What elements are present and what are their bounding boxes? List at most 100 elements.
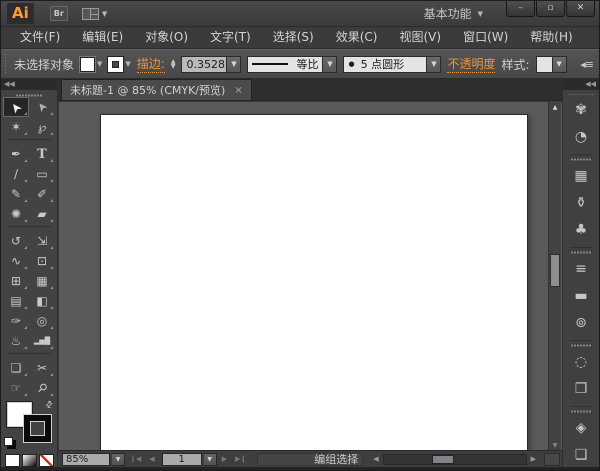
arrange-documents-button[interactable]: ▼ <box>82 8 107 20</box>
width-tool[interactable]: ∿ <box>3 251 29 271</box>
close-button[interactable]: ✕ <box>566 1 595 17</box>
maximize-button[interactable]: ▫ <box>536 1 565 17</box>
slice-tool[interactable]: ✂ <box>29 358 55 378</box>
stroke-weight-stepper[interactable]: ▲ ▼ <box>171 59 176 69</box>
magic-wand-tool[interactable]: ✶ <box>3 117 29 137</box>
menu-item-0[interactable]: 文件(F) <box>9 27 71 48</box>
dock-group-grip-icon[interactable] <box>570 154 592 161</box>
gradient-guide-panel-button[interactable]: ◔ <box>568 125 594 149</box>
direct-selection-tool[interactable]: ➤ <box>29 97 55 117</box>
layers-panel-button[interactable]: ◈ <box>568 416 594 440</box>
none-mode-button[interactable] <box>39 454 54 467</box>
dock-group-grip-icon[interactable] <box>570 247 592 254</box>
swap-fill-stroke-icon[interactable]: ⇄ <box>44 399 56 411</box>
scroll-right-icon[interactable]: ▶ <box>527 455 540 463</box>
menu-item-3[interactable]: 文字(T) <box>199 27 262 48</box>
gradient-panel-button[interactable]: ▬ <box>568 284 594 308</box>
rectangle-tool[interactable]: ▭ <box>29 164 55 184</box>
stroke-swatch[interactable] <box>108 57 123 72</box>
zoom-dropdown[interactable]: ▼ <box>112 453 125 466</box>
minimize-button[interactable]: – <box>506 1 535 17</box>
type-tool[interactable]: T <box>29 144 55 164</box>
lasso-tool[interactable]: ℘ <box>29 117 55 137</box>
stepper-down-icon[interactable]: ▼ <box>171 64 176 69</box>
free-transform-tool[interactable]: ⊡ <box>29 251 55 271</box>
collapse-panel-icon[interactable]: ◀◀ <box>4 80 15 88</box>
panel-grip-icon[interactable] <box>3 54 8 74</box>
chevron-down-icon[interactable]: ▼ <box>125 60 130 68</box>
tab-close-icon[interactable]: × <box>234 85 242 96</box>
symbol-sprayer-tool[interactable]: ♨ <box>3 331 29 351</box>
eraser-tool[interactable]: ▰ <box>29 204 55 224</box>
opacity-panel-link[interactable]: 不透明度 <box>447 55 495 73</box>
dock-group-grip-icon[interactable] <box>570 340 592 347</box>
previous-artboard-button[interactable]: ◀ <box>146 455 157 463</box>
line-segment-tool[interactable]: ∕ <box>3 164 29 184</box>
shape-builder-tool[interactable]: ⊞ <box>3 271 29 291</box>
bridge-button[interactable]: Br <box>50 6 68 21</box>
eyedropper-tool[interactable]: ✑ <box>3 311 29 331</box>
horizontal-scrollbar[interactable]: ◀ ▶ <box>369 453 540 466</box>
horizontal-scroll-thumb[interactable] <box>432 455 454 464</box>
stroke-weight-input[interactable]: 0.3528 <box>181 56 227 73</box>
selection-tool[interactable]: ➤ <box>3 97 29 117</box>
menu-item-1[interactable]: 编辑(E) <box>71 27 134 48</box>
stroke-panel-button[interactable]: ≡ <box>568 257 594 281</box>
graphic-styles-panel-button[interactable]: ❐ <box>568 377 594 401</box>
scroll-left-icon[interactable]: ◀ <box>369 455 382 463</box>
color-panel-button[interactable]: ✾ <box>568 98 594 122</box>
brush-definition-select[interactable]: ●5 点圆形 <box>343 56 427 73</box>
first-artboard-button[interactable]: ❙◀ <box>127 455 144 463</box>
menu-item-7[interactable]: 窗口(W) <box>452 27 519 48</box>
panel-dock-header[interactable]: ◀◀ <box>563 79 599 90</box>
style-swatch[interactable] <box>536 56 553 73</box>
menu-item-2[interactable]: 对象(O) <box>134 27 199 48</box>
vertical-scroll-thumb[interactable] <box>550 254 560 287</box>
width-profile-select[interactable]: 等比 <box>247 56 323 73</box>
gradient-tool[interactable]: ◧ <box>29 291 55 311</box>
fill-swatch[interactable] <box>80 57 95 72</box>
chevron-down-icon[interactable]: ▼ <box>97 60 102 68</box>
brush-definition-dropdown[interactable]: ▼ <box>427 56 441 73</box>
color-mode-button[interactable] <box>5 454 20 467</box>
artboard-tool[interactable]: ❏ <box>3 358 29 378</box>
scroll-down-icon[interactable]: ▼ <box>549 442 561 449</box>
zoom-level-input[interactable]: 85% <box>62 453 110 466</box>
menu-item-8[interactable]: 帮助(H) <box>519 27 583 48</box>
paintbrush-tool[interactable]: ✎ <box>3 184 29 204</box>
canvas[interactable]: ▲ ▼ <box>58 101 562 450</box>
stroke-panel-link[interactable]: 描边: <box>137 55 165 73</box>
rotate-tool[interactable]: ↺ <box>3 231 29 251</box>
blend-tool[interactable]: ◎ <box>29 311 55 331</box>
width-profile-dropdown[interactable]: ▼ <box>323 56 337 73</box>
next-artboard-button[interactable]: ▶ <box>219 455 230 463</box>
default-fill-stroke-icon[interactable] <box>4 437 13 446</box>
blob-brush-tool[interactable]: ✺ <box>3 204 29 224</box>
menu-item-4[interactable]: 选择(S) <box>262 27 325 48</box>
expand-dock-icon[interactable]: ◀◀ <box>585 80 596 88</box>
artboard[interactable] <box>100 114 528 450</box>
menu-item-5[interactable]: 效果(C) <box>325 27 389 48</box>
last-artboard-button[interactable]: ▶❙ <box>232 455 249 463</box>
swatches-panel-button[interactable]: ▦ <box>568 164 594 188</box>
horizontal-scroll-track[interactable] <box>383 454 527 465</box>
appearance-panel-button[interactable]: ◌ <box>568 350 594 374</box>
control-panel-menu-icon[interactable]: ◂≡ <box>580 58 593 71</box>
mesh-tool[interactable]: ▤ <box>3 291 29 311</box>
column-graph-tool[interactable]: ▂▅█ <box>29 331 55 351</box>
zoom-tool[interactable]: ⚲ <box>29 378 55 398</box>
workspace-switcher[interactable]: 基本功能 ▼ <box>424 5 483 22</box>
transparency-panel-button[interactable]: ⊚ <box>568 311 594 335</box>
artboards-panel-button[interactable]: ❏ <box>568 443 594 467</box>
brushes-panel-button[interactable]: ⚱ <box>568 191 594 215</box>
scroll-up-icon[interactable]: ▲ <box>549 101 561 114</box>
tools-panel-header[interactable]: ◀◀ <box>1 79 57 90</box>
scale-tool[interactable]: ⇲ <box>29 231 55 251</box>
pencil-tool[interactable]: ✐ <box>29 184 55 204</box>
dock-group-grip-icon[interactable] <box>570 406 592 413</box>
vertical-scrollbar[interactable]: ▲ ▼ <box>548 101 561 450</box>
menu-item-6[interactable]: 视图(V) <box>388 27 452 48</box>
perspective-grid-tool[interactable]: ▦ <box>29 271 55 291</box>
hand-tool[interactable]: ☞ <box>3 378 29 398</box>
document-tab[interactable]: 未标题-1 @ 85% (CMYK/预览) × <box>61 79 252 100</box>
